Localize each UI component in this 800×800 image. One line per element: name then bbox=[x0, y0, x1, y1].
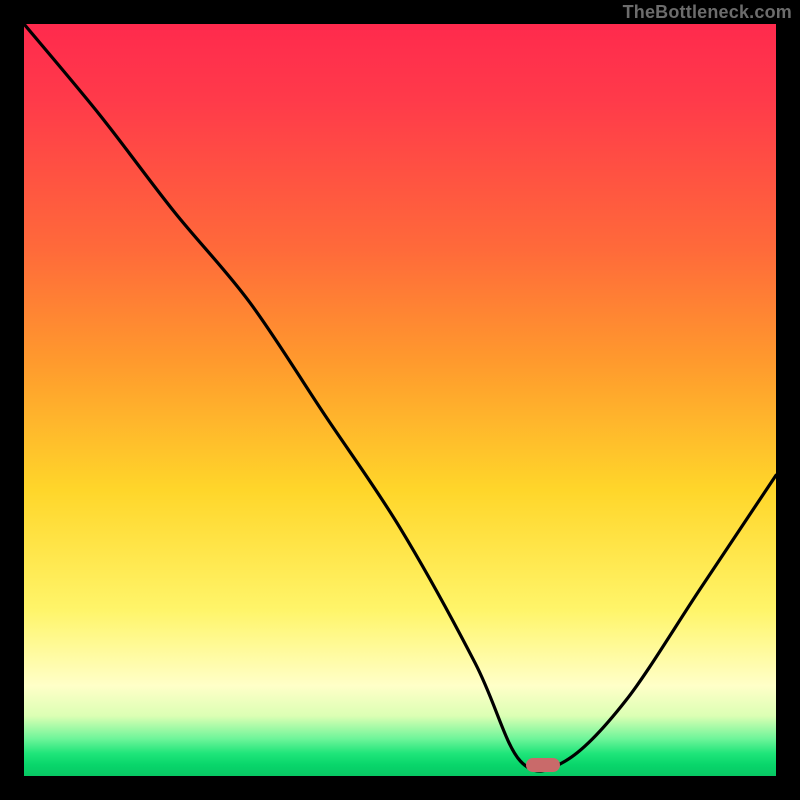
curve-svg bbox=[24, 24, 776, 776]
watermark-text: TheBottleneck.com bbox=[623, 2, 792, 23]
optimum-marker bbox=[526, 758, 560, 772]
chart-frame: TheBottleneck.com bbox=[0, 0, 800, 800]
bottleneck-curve-path bbox=[24, 24, 776, 771]
plot-area bbox=[24, 24, 776, 776]
